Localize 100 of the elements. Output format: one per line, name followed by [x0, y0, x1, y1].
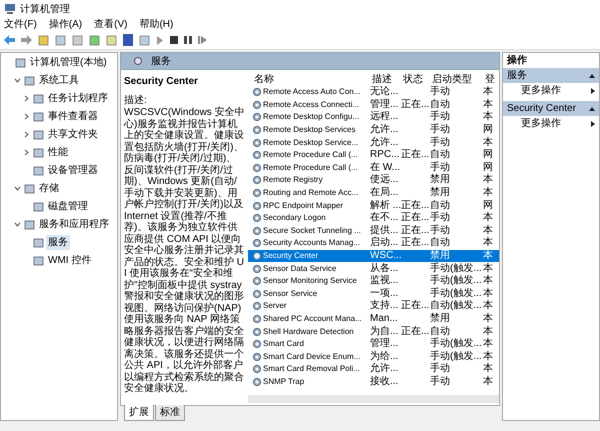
service-row[interactable]: Remote Access Auto Con... 无论... 手动 本: [248, 86, 499, 99]
service-row[interactable]: Remote Procedure Call (... 在 W... 手动 网: [248, 162, 499, 174]
action-section-header[interactable]: Security Center: [503, 101, 599, 116]
tree-item[interactable]: WMI 控件: [46, 252, 94, 268]
service-name-cell-text: Remote Procedure Call (...: [262, 149, 359, 162]
service-row[interactable]: Remote Registry 使远... 禁用 本: [248, 174, 499, 187]
status-cell: 正在...: [401, 200, 430, 212]
chevron-down-icon[interactable]: [14, 184, 20, 192]
service-row[interactable]: Secondary Logon 在不... 正在...手动 本: [248, 212, 499, 225]
chevron-right-icon[interactable]: [22, 94, 30, 102]
menu-item[interactable]: 帮助(H): [139, 18, 174, 31]
actions-title: 操作: [506, 54, 528, 68]
service-name: Security Center: [124, 75, 199, 89]
chevron-down-icon[interactable]: [14, 220, 20, 228]
startup-type-cell-text: 自动: [430, 326, 451, 338]
action-section-header[interactable]: 服务: [503, 68, 599, 83]
service-row[interactable]: Shell Hardware Detection 为自... 正在...自动 本: [248, 325, 499, 338]
service-name-cell-text: Sensor Monitoring Service: [262, 275, 358, 288]
service-row[interactable]: Smart Card Device Enum... 为给... 手动(触发...本: [248, 350, 499, 364]
description-cell-text: 使远...: [370, 174, 400, 186]
service-row[interactable]: SNMP Trap 接收... 手动 本: [248, 376, 499, 388]
status-cell: 正在...: [401, 98, 430, 111]
menu-item[interactable]: 文件(F): [4, 18, 37, 31]
tree-item[interactable]: 存储: [37, 180, 61, 196]
startup-type-cell-text: 手动: [430, 363, 451, 376]
service-name-cell-text: Smart Card Device Enum...: [262, 350, 362, 363]
service-row[interactable]: Secure Socket Tunneling ... 提供... 正在...手动 本: [248, 224, 499, 238]
logon-cell-text: 网: [483, 200, 494, 212]
chevron-right-icon[interactable]: [22, 148, 30, 156]
service-row[interactable]: Sensor Service 一项... 手动(触发...本: [248, 288, 499, 300]
service-row[interactable]: Remote Procedure Call (... RPC...正在...自动 网: [248, 148, 499, 162]
tree-item[interactable]: 任务计划程序: [46, 90, 110, 106]
tree-item[interactable]: 服务: [46, 234, 70, 250]
tree-item[interactable]: 服务和应用程序: [37, 216, 111, 232]
description-cell-text: 管理...: [370, 338, 400, 350]
view-tab[interactable]: 标准: [155, 405, 185, 421]
window-title: 计算机管理: [20, 2, 70, 16]
description-cell-text: 为给...: [370, 350, 400, 362]
chevron-right-icon[interactable]: [22, 112, 30, 120]
column-header[interactable]: 描述: [372, 72, 403, 86]
column-header[interactable]: 启动类型: [432, 72, 485, 86]
menu-item[interactable]: 操作(A): [48, 18, 82, 31]
tree-item[interactable]: 计算机管理(本地): [28, 54, 109, 70]
tree-item[interactable]: 性能: [46, 144, 70, 160]
tree-item[interactable]: 共享文件夹: [46, 126, 100, 142]
service-row[interactable]: Security Accounts Manag... 启动... 正在...自动 本: [248, 237, 499, 250]
service-row[interactable]: RPC Endpoint Mapper 解析 ...正在...自动 网: [248, 199, 499, 212]
service-row[interactable]: Security Center WSC... 禁用 本: [248, 250, 499, 262]
description-cell-text: 提供...: [370, 224, 400, 236]
column-header[interactable]: 名称: [254, 72, 372, 86]
logon-cell: 网: [483, 149, 494, 162]
description-cell-text: 监视...: [370, 275, 400, 288]
startup-type-cell-text: 禁用: [430, 174, 451, 186]
forward-arrow-icon[interactable]: [21, 35, 32, 45]
service-row[interactable]: Shared PC Account Mana... Man... 禁用 本: [248, 312, 499, 326]
tree-item[interactable]: 系统工具: [37, 72, 81, 88]
action-item[interactable]: 更多操作: [503, 83, 599, 98]
startup-type-cell-text: 手动: [430, 136, 451, 149]
chevron-down-icon[interactable]: [14, 76, 20, 84]
startup-type-cell-text: 自动: [430, 98, 451, 110]
menu-item[interactable]: 查看(V): [94, 18, 128, 31]
service-row[interactable]: Smart Card Removal Poli... 允许... 手动 本: [248, 363, 499, 376]
status-cell: 正在...: [401, 326, 430, 338]
service-row[interactable]: Routing and Remote Acc... 在局... 禁用 本: [248, 186, 499, 200]
logon-cell: 本: [483, 86, 494, 98]
tree-item[interactable]: 设备管理器: [46, 162, 100, 178]
service-row[interactable]: Server 支持... 正在...自动(触发...本: [248, 300, 499, 313]
chevron-right-icon[interactable]: [22, 130, 30, 138]
startup-type-cell: 手动(触发...: [430, 338, 483, 350]
description-cell: 解析 ...: [370, 200, 401, 212]
startup-type-cell-text: 禁用: [430, 312, 451, 325]
service-name-cell-text: Remote Procedure Call (...: [262, 162, 359, 174]
service-row[interactable]: Sensor Data Service 从各... 手动(触发...本: [248, 262, 499, 275]
back-arrow-icon[interactable]: [4, 35, 15, 45]
play-icon[interactable]: [156, 36, 164, 44]
service-row[interactable]: Remote Desktop Configu... 远程... 手动 本: [248, 111, 499, 124]
tree-item[interactable]: 事件查看器: [46, 108, 100, 124]
view-tab[interactable]: 扩展: [124, 405, 154, 421]
logon-cell-text: 本: [483, 224, 494, 236]
tree-item[interactable]: 磁盘管理: [46, 198, 90, 214]
logon-cell: 本: [483, 363, 494, 376]
column-header[interactable]: 登: [485, 72, 496, 86]
service-name-cell-text: Security Accounts Manag...: [262, 237, 361, 250]
startup-type-cell-text: 自动: [430, 237, 451, 250]
service-name-cell-text: Secondary Logon: [262, 212, 327, 224]
action-item[interactable]: 更多操作: [503, 116, 599, 131]
pause-icon[interactable]: [184, 36, 192, 44]
description-cell-text: 在局...: [370, 187, 400, 200]
service-row[interactable]: Sensor Monitoring Service 监视... 手动(触发...本: [248, 274, 499, 288]
service-name-cell-text: Shell Hardware Detection: [262, 326, 355, 338]
service-row[interactable]: Smart Card 管理... 手动(触发...本: [248, 338, 499, 350]
logon-cell: 本: [483, 111, 494, 124]
service-row[interactable]: Remote Access Connecti... 管理... 正在...自动 本: [248, 98, 499, 112]
service-name-cell-text: Smart Card: [262, 338, 305, 350]
description-cell-text: 在不...: [370, 212, 400, 224]
service-row[interactable]: Remote Desktop Services 允许... 手动 网: [248, 124, 499, 136]
service-row[interactable]: Remote Desktop Service... 允许... 手动 本: [248, 136, 499, 149]
horizontal-scrollbar[interactable]: [248, 395, 499, 403]
restart-icon[interactable]: [198, 36, 207, 44]
column-header[interactable]: 状态: [403, 72, 432, 86]
